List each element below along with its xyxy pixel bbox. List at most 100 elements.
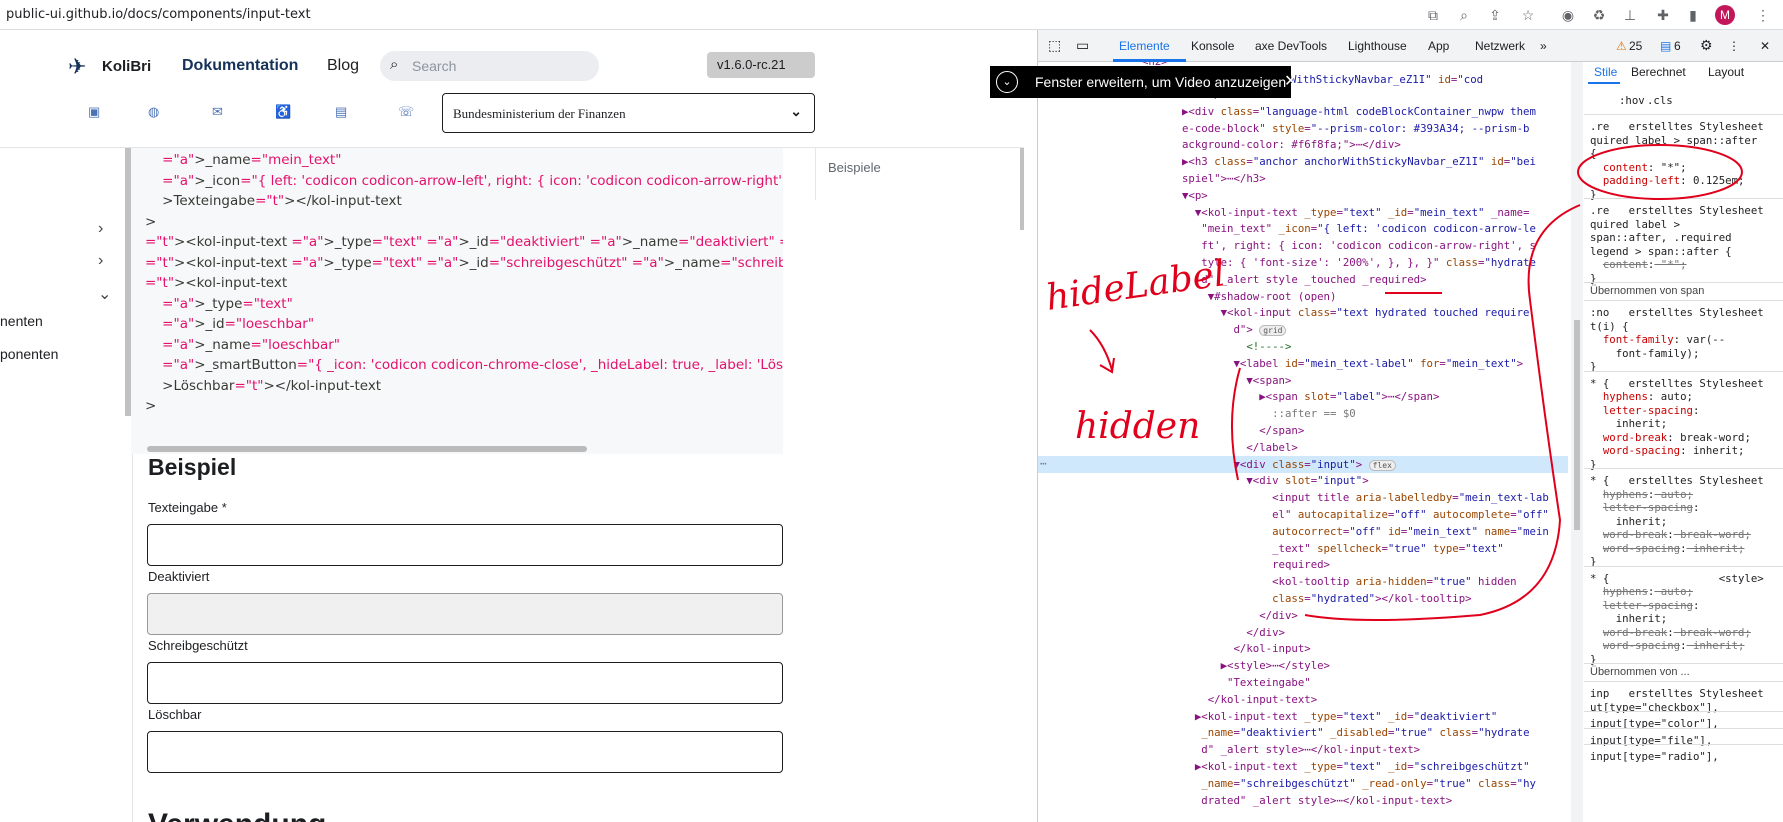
style-rule-line[interactable]: * { <style> [1590,572,1764,586]
dom-node-line[interactable]: ▼<span> [1182,373,1291,390]
nav-blog-link[interactable]: Blog [327,57,359,75]
style-rule-line[interactable]: inherit; [1590,515,1667,529]
dom-node-line[interactable]: d" _alert style>⋯</kol-input-text> [1182,742,1420,759]
dom-node-line[interactable]: <input title aria-labelledby="mein_text-… [1182,490,1549,507]
dom-node-line[interactable]: </div> [1182,608,1298,625]
chevron-down-icon[interactable]: ⌄ [98,284,111,304]
style-rule-line[interactable]: content: "*"; [1590,161,1687,175]
tab-lighthouse[interactable]: Lighthouse [1348,39,1407,53]
video-popup[interactable]: ⌄ Fenster erweitern, um Video anzuzeigen… [990,66,1297,98]
dom-node-line[interactable]: <kol-tooltip aria-hidden="true" hidden [1182,574,1517,591]
layout-icon[interactable]: ▤ [335,104,347,120]
style-rule-line[interactable]: word-spacing: inherit; [1590,444,1745,458]
extension-icon[interactable]: ◉ [1560,7,1576,23]
avatar[interactable]: M [1715,5,1735,25]
style-rule-line[interactable]: t(i) { [1590,320,1629,334]
github-icon[interactable]: ◍ [148,104,159,120]
style-rule-line[interactable]: .re erstelltes Stylesheet [1590,120,1764,134]
extension-logo-icon[interactable]: ⊥ [1622,7,1638,23]
style-rule-line[interactable]: word-spacing: inherit; [1590,542,1745,556]
more-tabs-icon[interactable]: » [1540,39,1547,53]
style-rule-line[interactable]: :no erstelltes Stylesheet [1590,306,1764,320]
ministry-select[interactable]: Bundesministerium der Finanzen ⌄ [442,93,815,133]
more-vert-icon[interactable]: ⋮ [1728,39,1740,53]
sidepanel-icon[interactable]: ▮ [1685,7,1701,23]
chevron-right-icon[interactable]: › [98,220,103,238]
dom-node-line[interactable]: ▼<div slot="input"> [1182,473,1368,490]
dom-node-line[interactable]: ▶<div class="language-html codeBlockCont… [1182,104,1536,121]
styles-pane[interactable]: Stile Berechnet Layout:hov .cls .re erstellt… [1584,62,1783,822]
inspect-icon[interactable]: ⬚ [1048,37,1061,54]
dom-node-line[interactable]: ▶<kol-input-text _type="text" _id="schre… [1182,759,1530,776]
styles-toolbar-1[interactable]: .cls [1647,94,1673,108]
chevron-right-icon[interactable]: › [98,252,103,270]
message-count[interactable]: 6 [1674,39,1681,53]
style-rule-line[interactable]: legend > span::after { [1590,245,1732,259]
sidebar-item[interactable]: ponenten [0,346,58,362]
style-rule-line[interactable]: hyphens: auto; [1590,390,1693,404]
version-badge[interactable]: v1.6.0-rc.21 [707,52,815,78]
style-rule-line[interactable]: quired label > span::after [1590,134,1757,148]
style-rule-line[interactable]: input[type="radio"], [1590,750,1719,764]
dom-node-line[interactable]: ▼<p> [1182,188,1208,205]
style-rule-line[interactable]: font-family); [1590,347,1700,361]
close-icon[interactable]: ✕ [1284,66,1297,98]
style-rule-line[interactable]: letter-spacing: [1590,599,1700,613]
dom-node-line[interactable]: d"> grid [1182,322,1287,339]
style-rule-line[interactable]: .re erstelltes Stylesheet [1590,204,1764,218]
dom-node-line[interactable]: _text" spellcheck="true" type="text" [1182,541,1504,558]
chat-icon[interactable]: ☏ [398,104,414,120]
tab-netzwerk[interactable]: Netzwerk [1475,39,1525,53]
style-rule-line[interactable]: content: "*"; [1590,258,1687,272]
style-rule-line[interactable]: letter-spacing: [1590,501,1700,515]
dom-node-line[interactable]: e-code-block" style="--prism-color: #393… [1182,121,1530,138]
expand-icon[interactable]: ⌄ [996,71,1018,93]
dom-node-line[interactable]: class="hydrated"></kol-tooltip> [1182,591,1472,608]
more-vert-icon[interactable]: ⋮ [1755,7,1771,23]
style-rule-line[interactable]: word-break: break-word; [1590,626,1751,640]
dom-node-line[interactable]: autocorrect="off" id="mein_text" name="m… [1182,524,1549,541]
sidebar-item[interactable]: nenten [0,313,43,329]
style-rule-line[interactable]: Übernommen von span [1590,285,1704,299]
tab-axe[interactable]: axe DevTools [1255,39,1327,53]
style-rule-line[interactable]: padding-left: 0.125em; [1590,174,1745,188]
dom-node-line[interactable]: _name="schreibgeschützt" _read-only="tru… [1182,776,1536,793]
dom-node-line[interactable]: ::after == $0 [1182,406,1356,423]
dom-node-line[interactable]: </kol-input> [1182,641,1310,658]
dom-node-line[interactable]: ackground-color: #f6f8fa;">⋯</div> [1182,137,1401,154]
dom-node-line[interactable]: required> [1182,557,1330,574]
tab-app[interactable]: App [1428,39,1449,53]
open-in-new-icon[interactable]: ⧉ [1425,7,1441,23]
star-icon[interactable]: ☆ [1520,7,1536,23]
style-rule-line[interactable]: span::after, .required [1590,231,1732,245]
dom-node-line[interactable]: drated" _alert style>⋯</kol-input-text> [1182,793,1452,810]
dom-node-line[interactable]: el" autocapitalize="off" autocomplete="o… [1182,507,1549,524]
dom-node-line[interactable]: </span> [1182,423,1304,440]
style-rule-line[interactable]: inherit; [1590,417,1667,431]
tab-elemente[interactable]: Elemente [1119,39,1170,53]
dom-node-line[interactable]: ft', right: { icon: 'codicon codicon-arr… [1182,238,1536,255]
style-rule-line[interactable]: word-break: break-word; [1590,528,1751,542]
styles-toolbar-0[interactable]: :hov [1619,94,1645,108]
styles-tab-0[interactable]: Stile [1594,65,1617,80]
warning-count[interactable]: 25 [1629,39,1642,53]
dom-scrollbar-thumb[interactable] [1574,320,1580,530]
brand-name[interactable]: KoliBri [102,58,151,75]
style-rule-line[interactable]: inp erstelltes Stylesheet [1590,687,1764,701]
text-input-schreibgeschuetzt[interactable] [147,662,783,704]
share-icon[interactable]: ⇪ [1487,7,1503,23]
close-icon[interactable]: ✕ [1760,39,1770,53]
style-rule-line[interactable]: hyphens: auto; [1590,585,1693,599]
node-actions-icon[interactable]: ⋯ [1040,456,1046,473]
nav-docs-link[interactable]: Dokumentation [182,57,298,75]
dom-node-line[interactable]: tyle: { 'font-size': '200%', }, }, }" cl… [1182,255,1536,272]
url-text[interactable]: public-ui.github.io/docs/components/inpu… [6,7,311,22]
style-rule-line[interactable]: word-spacing: inherit; [1590,639,1745,653]
dom-tree[interactable]: ⋯<h2>e">⋯</h3><a class="anchor anchorWit… [1038,62,1578,822]
dom-node-line[interactable]: ▶<kol-input-text _type="text" _id="deakt… [1182,709,1497,726]
zoom-icon[interactable]: ⌕ [1456,7,1472,23]
dom-node-line[interactable]: ▼<label id="mein_text-label" for="mein_t… [1182,356,1523,373]
style-rule-line[interactable]: quired label > [1590,218,1680,232]
dom-node-line[interactable]: </label> [1182,440,1297,457]
dom-node-line[interactable]: <!----> [1182,339,1291,356]
